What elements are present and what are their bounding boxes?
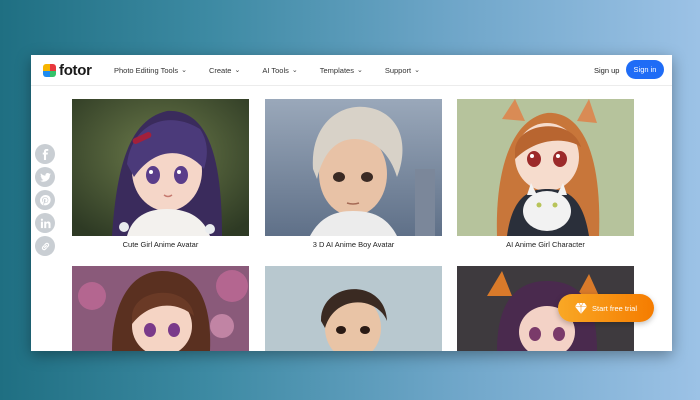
diamond-icon: [574, 302, 587, 314]
browser-page: fotor Photo Editing Tools ⌄ Create ⌄ AI …: [31, 55, 672, 351]
nav-label: Photo Editing Tools: [114, 65, 179, 75]
start-free-trial-button[interactable]: Start free trial: [558, 294, 654, 322]
pinterest-icon[interactable]: [35, 190, 55, 210]
fotor-logo[interactable]: fotor: [43, 62, 92, 79]
nav-support[interactable]: Support ⌄: [385, 66, 420, 75]
card-caption: AI Anime Girl Character: [506, 240, 585, 249]
card-caption: Cute Girl Anime Avatar: [122, 240, 199, 249]
chevron-down-icon: ⌄: [356, 67, 363, 74]
nav-photo-editing-tools[interactable]: Photo Editing Tools ⌄: [114, 66, 187, 75]
nav-label: Templates: [319, 65, 354, 75]
top-navbar: fotor Photo Editing Tools ⌄ Create ⌄ AI …: [31, 55, 672, 86]
anime-boy-avatar-image[interactable]: [265, 99, 442, 236]
nav-create[interactable]: Create ⌄: [209, 66, 240, 75]
nav-label: Support: [384, 65, 412, 75]
facebook-icon[interactable]: [35, 144, 55, 164]
anime-boy-portrait-image[interactable]: [265, 266, 442, 351]
sign-up-link[interactable]: Sign up: [594, 66, 619, 75]
chevron-down-icon: ⌄: [291, 67, 298, 74]
sign-in-button[interactable]: Sign in: [626, 60, 664, 79]
fotor-logo-icon: [43, 64, 56, 77]
linkedin-icon[interactable]: [35, 213, 55, 233]
anime-girl-portrait-image[interactable]: [72, 266, 249, 351]
chevron-down-icon: ⌄: [181, 67, 187, 74]
nav-templates[interactable]: Templates ⌄: [320, 66, 363, 75]
nav-label: Create: [208, 65, 232, 75]
anime-girl-character-image[interactable]: [457, 99, 634, 236]
nav-ai-tools[interactable]: AI Tools ⌄: [262, 66, 297, 75]
twitter-icon[interactable]: [35, 167, 55, 187]
card-caption: 3 D AI Anime Boy Avatar: [312, 240, 395, 249]
nav-label: AI Tools: [262, 65, 289, 75]
chevron-down-icon: ⌄: [414, 67, 420, 74]
cta-label: Start free trial: [591, 303, 637, 313]
main-nav: Photo Editing Tools ⌄ Create ⌄ AI Tools …: [114, 55, 420, 85]
anime-girl-avatar-image[interactable]: [72, 99, 249, 236]
brand-name: fotor: [59, 62, 92, 79]
link-icon[interactable]: [35, 236, 55, 256]
chevron-down-icon: ⌄: [234, 67, 241, 74]
